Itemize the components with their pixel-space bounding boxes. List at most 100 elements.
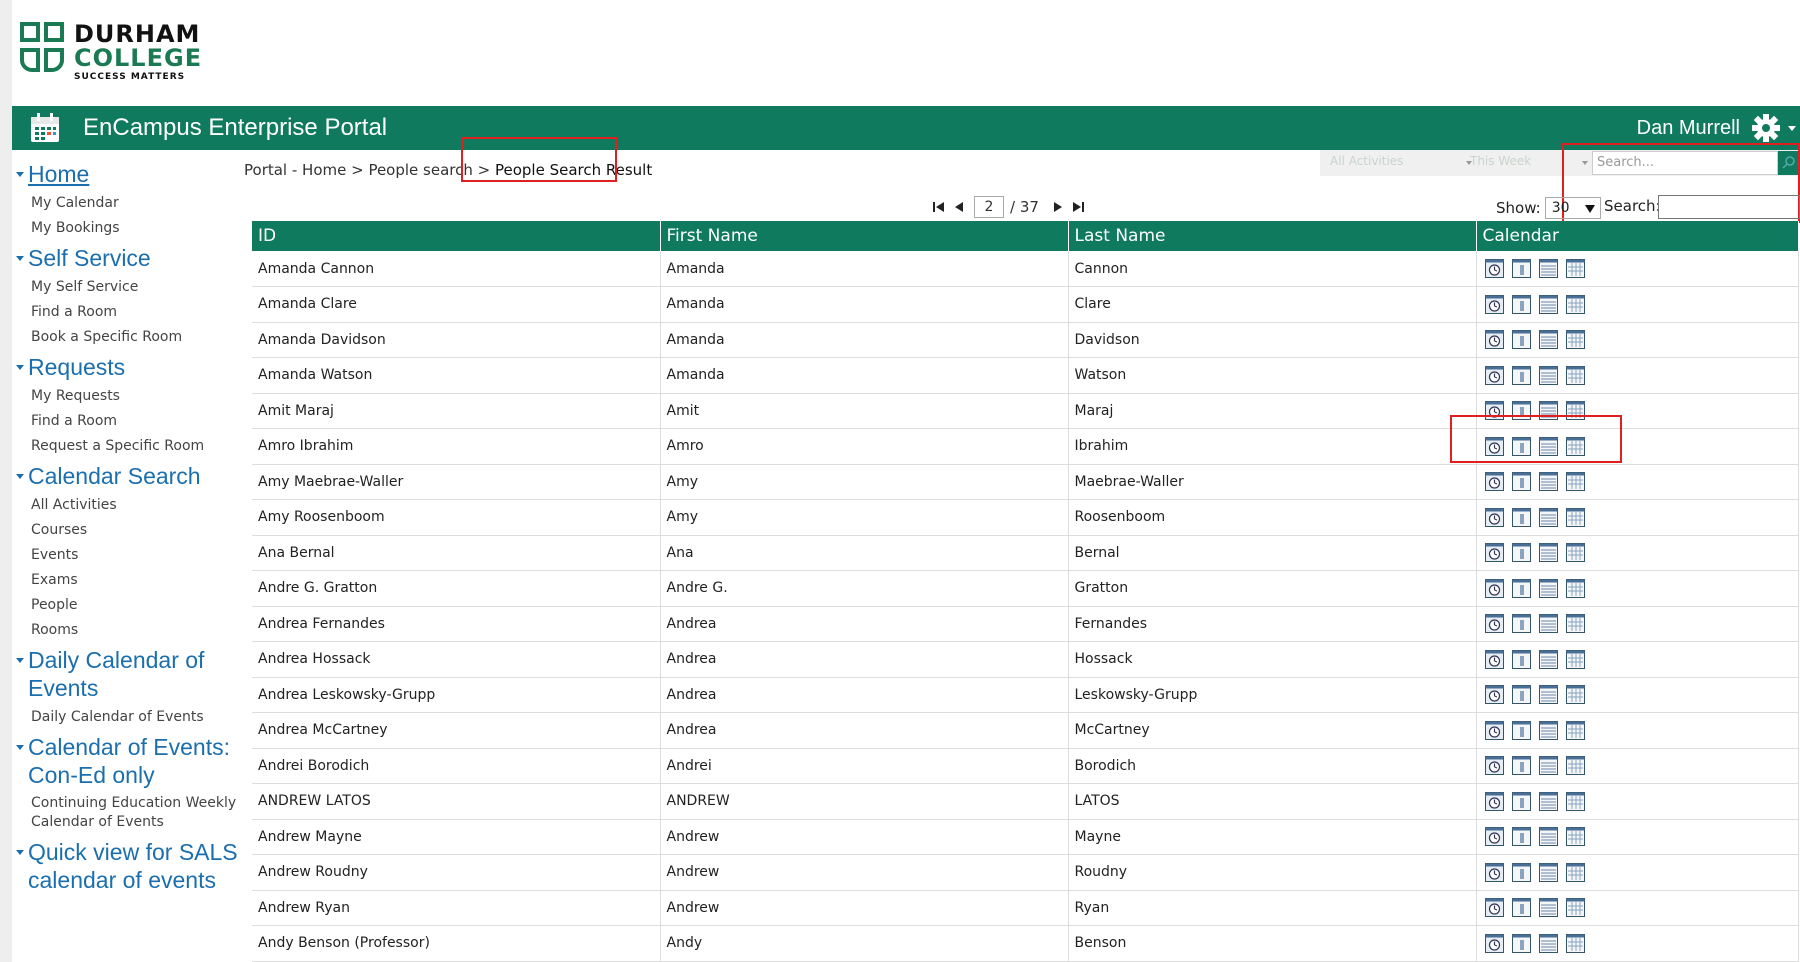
sidebar-item[interactable]: Courses [16, 520, 241, 540]
timeline-view-icon[interactable] [1484, 507, 1504, 527]
sidebar-section-header[interactable]: Home [16, 160, 241, 188]
timeline-view-icon[interactable] [1484, 365, 1504, 385]
month-view-icon[interactable] [1565, 578, 1585, 598]
sidebar-item[interactable]: My Self Service [16, 277, 241, 297]
month-view-icon[interactable] [1565, 614, 1585, 634]
day-view-icon[interactable] [1511, 756, 1531, 776]
col-header-id[interactable]: ID [252, 221, 661, 251]
timeline-view-icon[interactable] [1484, 720, 1504, 740]
day-view-icon[interactable] [1511, 614, 1531, 634]
week-view-icon[interactable] [1538, 720, 1558, 740]
table-row[interactable]: Andy Benson (Professor) Andy Benson [252, 925, 1799, 962]
timeline-view-icon[interactable] [1484, 649, 1504, 669]
table-row[interactable]: Amanda Davidson Amanda Davidson [252, 322, 1799, 358]
month-view-icon[interactable] [1565, 259, 1585, 278]
col-header-last-name[interactable]: Last Name [1068, 221, 1477, 251]
next-page-icon[interactable] [1051, 200, 1065, 214]
table-row[interactable]: Amy Maebrae-Waller Amy Maebrae-Waller [252, 464, 1799, 500]
day-view-icon[interactable] [1511, 827, 1531, 847]
timeline-view-icon[interactable] [1484, 330, 1504, 350]
day-view-icon[interactable] [1511, 933, 1531, 953]
month-view-icon[interactable] [1565, 507, 1585, 527]
week-view-icon[interactable] [1538, 862, 1558, 882]
table-row[interactable]: Andrew Mayne Andrew Mayne [252, 819, 1799, 855]
day-view-icon[interactable] [1511, 365, 1531, 385]
day-view-icon[interactable] [1511, 898, 1531, 918]
timeline-view-icon[interactable] [1484, 827, 1504, 847]
week-view-icon[interactable] [1538, 578, 1558, 598]
table-row[interactable]: Andrei Borodich Andrei Borodich [252, 748, 1799, 784]
table-row[interactable]: Andrea Leskowsky-Grupp Andrea Leskowsky-Gr… [252, 677, 1799, 713]
week-view-icon[interactable] [1538, 507, 1558, 527]
page-number-input[interactable]: 2 [974, 196, 1004, 218]
timeline-view-icon[interactable] [1484, 898, 1504, 918]
month-view-icon[interactable] [1565, 720, 1585, 740]
day-view-icon[interactable] [1511, 294, 1531, 314]
day-view-icon[interactable] [1511, 330, 1531, 350]
week-view-icon[interactable] [1538, 294, 1558, 314]
sidebar-item[interactable]: Rooms [16, 620, 241, 640]
chevron-down-icon[interactable] [1788, 126, 1796, 131]
day-view-icon[interactable] [1511, 720, 1531, 740]
week-view-icon[interactable] [1538, 365, 1558, 385]
college-logo[interactable]: DURHAM COLLEGE SUCCESS MATTERS [20, 22, 202, 82]
table-row[interactable]: Andrew Ryan Andrew Ryan [252, 890, 1799, 926]
sidebar-item[interactable]: People [16, 595, 241, 615]
breadcrumb-path[interactable]: Portal - Home > People search > [244, 161, 495, 179]
table-search-input[interactable] [1658, 195, 1800, 219]
week-view-icon[interactable] [1538, 649, 1558, 669]
table-row[interactable]: Andrea McCartney Andrea McCartney [252, 712, 1799, 749]
week-view-icon[interactable] [1538, 330, 1558, 350]
month-view-icon[interactable] [1565, 756, 1585, 776]
day-view-icon[interactable] [1511, 543, 1531, 563]
sidebar-item[interactable]: Daily Calendar of Events [16, 707, 241, 727]
day-view-icon[interactable] [1511, 259, 1531, 278]
sidebar-item[interactable]: My Calendar [16, 193, 241, 213]
timeline-view-icon[interactable] [1484, 862, 1504, 882]
week-view-icon[interactable] [1538, 472, 1558, 492]
timeline-view-icon[interactable] [1484, 294, 1504, 314]
sidebar-item[interactable]: My Bookings [16, 218, 241, 238]
day-view-icon[interactable] [1511, 578, 1531, 598]
month-view-icon[interactable] [1565, 649, 1585, 669]
sidebar-item[interactable]: Events [16, 545, 241, 565]
table-row[interactable]: Andrew Roudny Andrew Roudny [252, 854, 1799, 891]
timeline-view-icon[interactable] [1484, 259, 1504, 278]
table-row[interactable]: Amanda Watson Amanda Watson [252, 357, 1799, 394]
sidebar-item[interactable]: Exams [16, 570, 241, 590]
sidebar-section-header[interactable]: Calendar Search [16, 462, 241, 490]
week-view-icon[interactable] [1538, 791, 1558, 811]
day-view-icon[interactable] [1511, 791, 1531, 811]
timeline-view-icon[interactable] [1484, 685, 1504, 705]
timeline-view-icon[interactable] [1484, 614, 1504, 634]
month-view-icon[interactable] [1565, 294, 1585, 314]
month-view-icon[interactable] [1565, 472, 1585, 492]
month-view-icon[interactable] [1565, 827, 1585, 847]
sidebar-section-header[interactable]: Quick view for SALS calendar of events [16, 838, 241, 894]
sidebar-item[interactable]: All Activities [16, 495, 241, 515]
prev-page-icon[interactable] [952, 200, 966, 214]
table-row[interactable]: Ana Bernal Ana Bernal [252, 535, 1799, 571]
activities-filter[interactable]: All Activities [1330, 154, 1403, 168]
table-row[interactable]: Andrea Hossack Andrea Hossack [252, 641, 1799, 678]
month-view-icon[interactable] [1565, 791, 1585, 811]
month-view-icon[interactable] [1565, 933, 1585, 953]
day-view-icon[interactable] [1511, 507, 1531, 527]
user-name[interactable]: Dan Murrell [1637, 117, 1740, 140]
week-view-icon[interactable] [1538, 685, 1558, 705]
month-view-icon[interactable] [1565, 365, 1585, 385]
table-row[interactable]: Andre G. Gratton Andre G. Gratton [252, 570, 1799, 607]
col-header-calendar[interactable]: Calendar [1476, 221, 1799, 251]
timeline-view-icon[interactable] [1484, 756, 1504, 776]
period-filter[interactable]: This Week [1470, 154, 1531, 168]
week-view-icon[interactable] [1538, 543, 1558, 563]
sidebar-item[interactable]: Find a Room [16, 302, 241, 322]
month-view-icon[interactable] [1565, 685, 1585, 705]
sidebar-item[interactable]: Request a Specific Room [16, 436, 241, 456]
sidebar-section-header[interactable]: Calendar of Events: Con-Ed only [16, 733, 241, 789]
timeline-view-icon[interactable] [1484, 791, 1504, 811]
week-view-icon[interactable] [1538, 898, 1558, 918]
month-view-icon[interactable] [1565, 543, 1585, 563]
sidebar-section-header[interactable]: Self Service [16, 244, 241, 272]
week-view-icon[interactable] [1538, 933, 1558, 953]
